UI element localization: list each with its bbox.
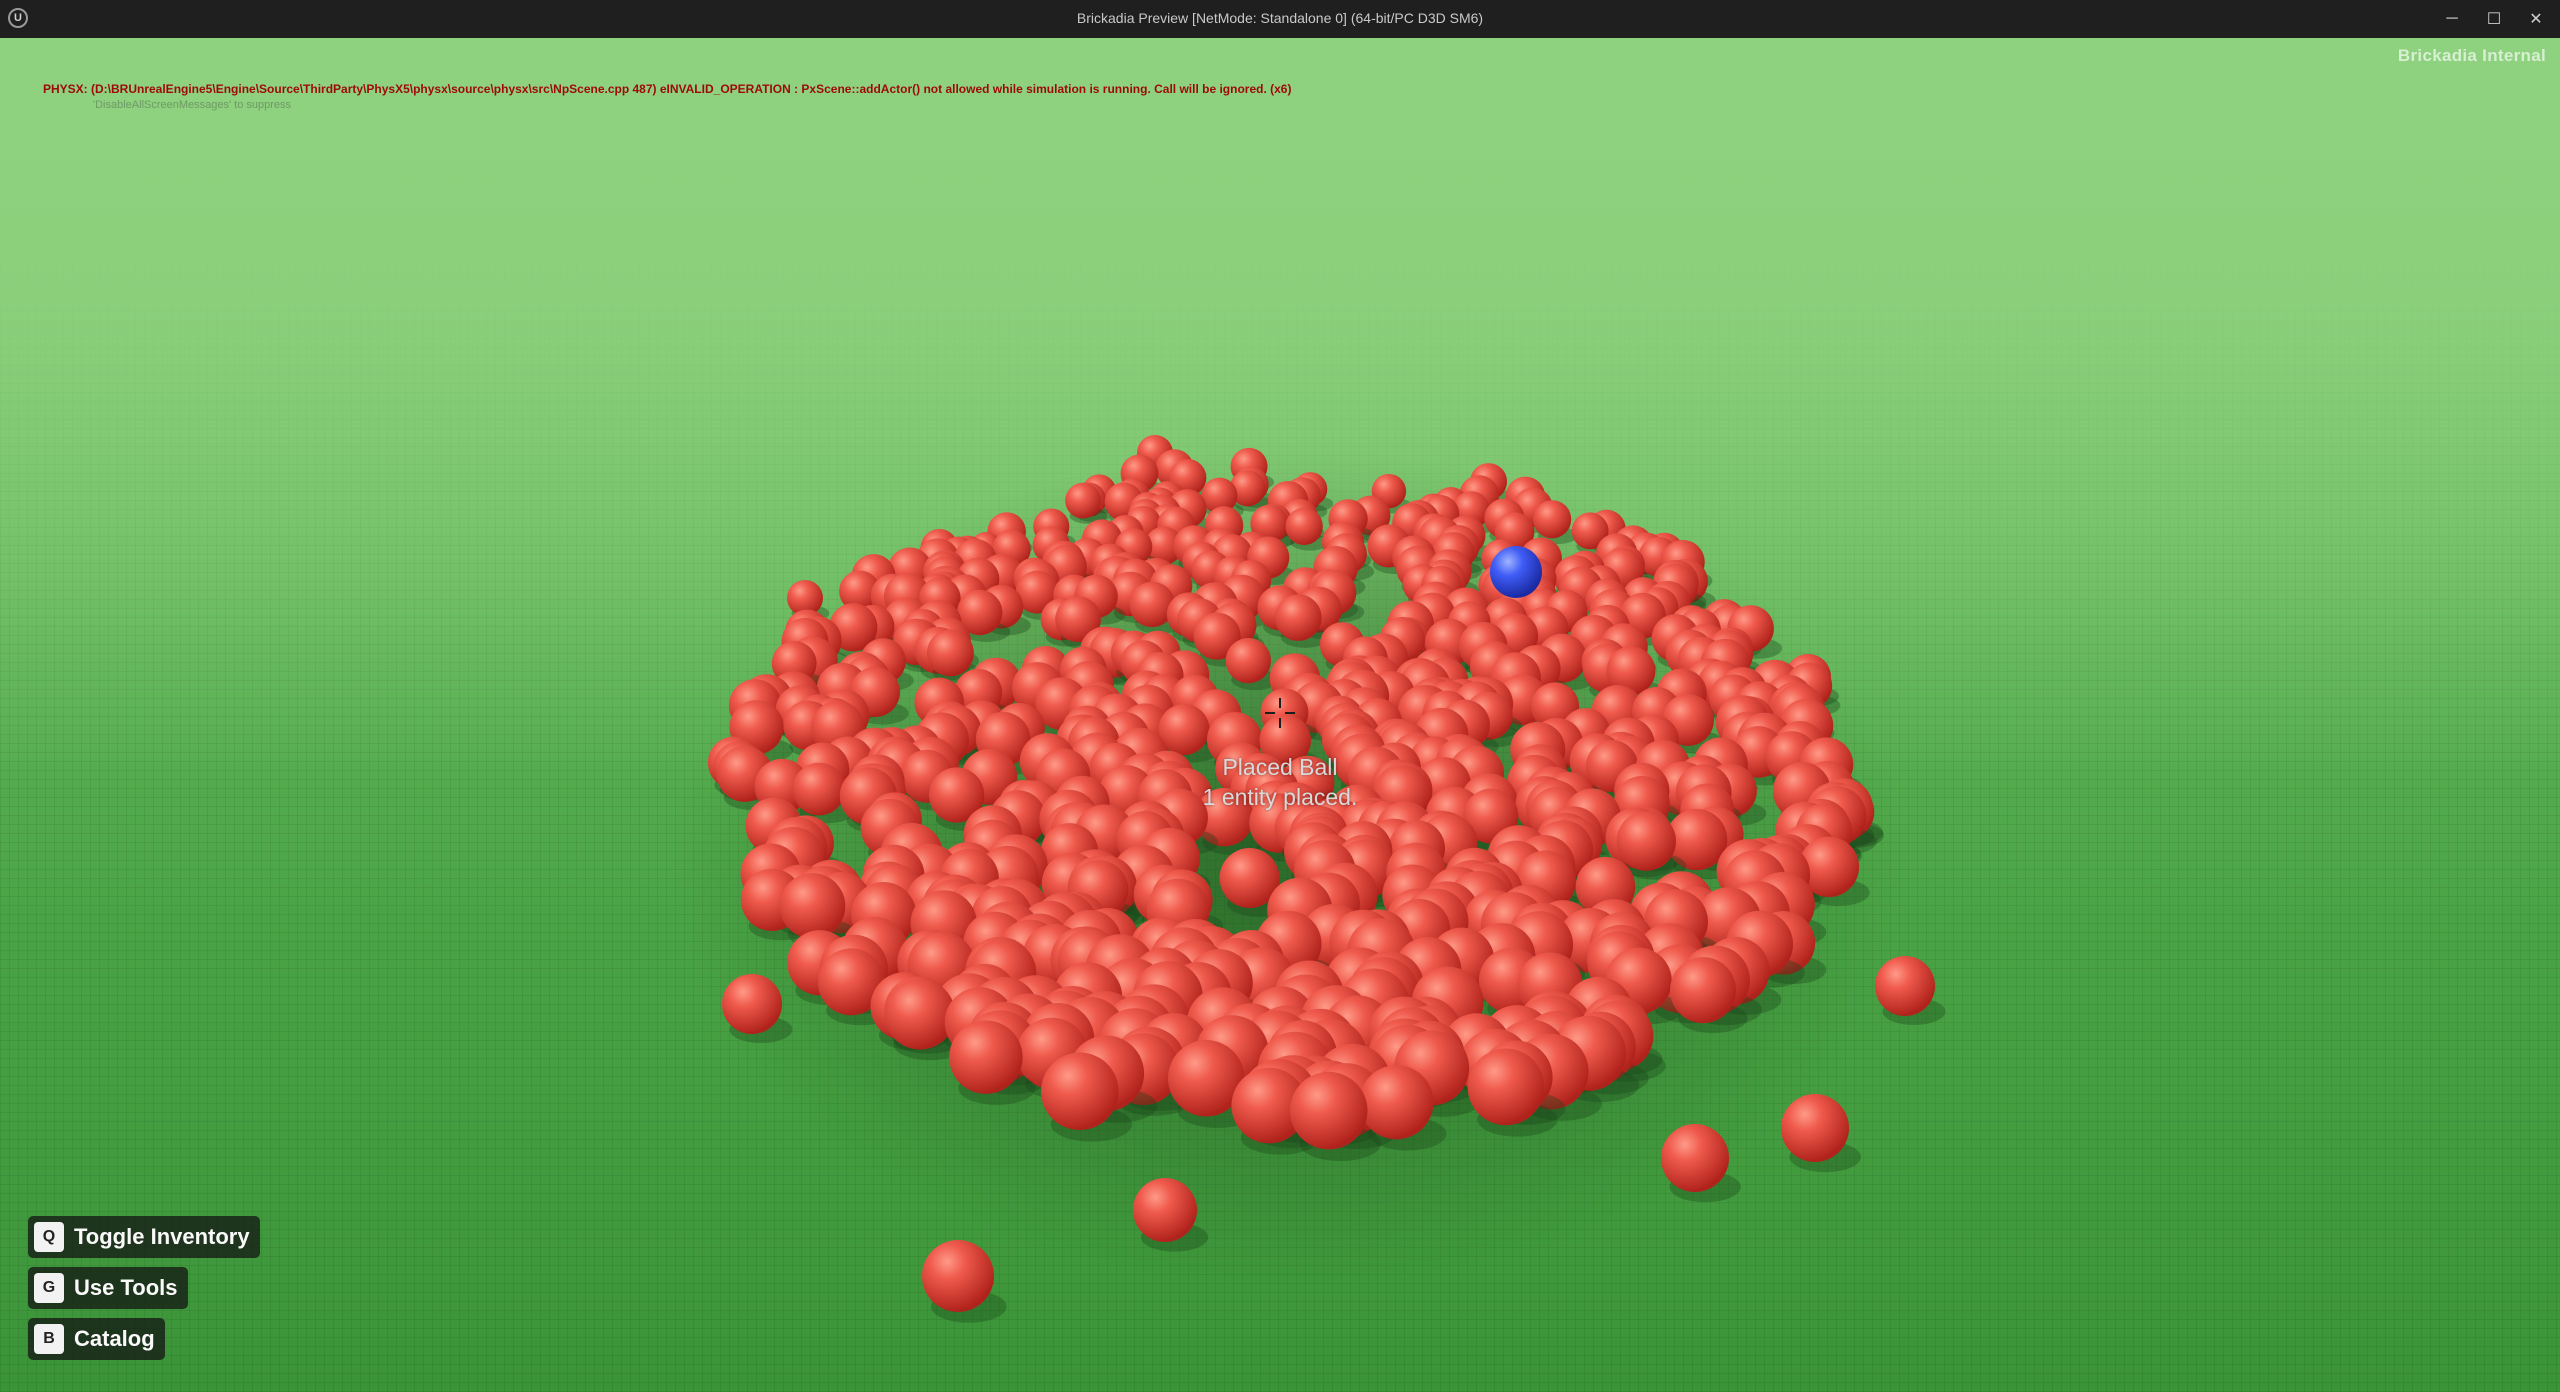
build-watermark: Brickadia Internal (2397, 46, 2546, 65)
blue-ball[interactable] (1490, 546, 1542, 598)
red-ball[interactable] (792, 762, 846, 816)
red-ball[interactable] (884, 979, 956, 1050)
red-ball[interactable] (949, 1020, 1023, 1094)
red-ball[interactable] (922, 1240, 994, 1312)
red-ball[interactable] (1467, 1048, 1545, 1126)
hint-catalog[interactable]: B Catalog (28, 1318, 165, 1360)
placement-toast: Placed Ball 1 entity placed. (1180, 752, 1380, 812)
toast-title: Placed Ball (1222, 754, 1338, 780)
key-b-icon: B (34, 1324, 64, 1354)
physx-error-message: PHYSX: (D:\BRUnrealEngine5\Engine\Source… (43, 82, 1292, 96)
suppress-hint: 'DisableAllScreenMessages' to suppress (93, 99, 292, 111)
hint-toggle-inventory[interactable]: Q Toggle Inventory (28, 1216, 260, 1258)
crosshair-icon (1265, 698, 1295, 728)
red-ball[interactable] (1781, 1094, 1849, 1162)
red-ball[interactable] (1616, 811, 1676, 871)
minimize-button[interactable]: ─ (2434, 6, 2470, 32)
red-ball[interactable] (1289, 1071, 1368, 1150)
red-ball[interactable] (1275, 594, 1322, 641)
red-ball[interactable] (722, 974, 782, 1034)
key-q-icon: Q (34, 1222, 64, 1252)
red-ball[interactable] (1875, 956, 1935, 1016)
red-ball[interactable] (1065, 482, 1101, 519)
close-button[interactable]: ✕ (2518, 6, 2554, 32)
toast-detail: 1 entity placed. (1202, 784, 1358, 810)
red-ball[interactable] (1285, 507, 1323, 546)
red-ball[interactable] (779, 873, 846, 939)
red-ball[interactable] (1533, 500, 1572, 539)
window-titlebar: U Brickadia Preview [NetMode: Standalone… (0, 0, 2560, 39)
red-ball[interactable] (926, 629, 974, 677)
red-ball[interactable] (1133, 1178, 1197, 1242)
hint-label: Toggle Inventory (74, 1224, 250, 1249)
key-g-icon: G (34, 1273, 64, 1303)
game-viewport[interactable]: Brickadia Internal PHYSX: (D:\BRUnrealEn… (0, 38, 2560, 1392)
hint-label: Catalog (74, 1326, 155, 1351)
hint-use-tools[interactable]: G Use Tools (28, 1267, 188, 1309)
hint-label: Use Tools (74, 1275, 178, 1300)
red-ball[interactable] (1041, 1052, 1119, 1131)
red-ball[interactable] (1359, 1065, 1434, 1140)
red-ball[interactable] (1669, 957, 1736, 1024)
maximize-button[interactable]: ☐ (2476, 6, 2512, 32)
window-title: Brickadia Preview [NetMode: Standalone 0… (1076, 10, 1484, 26)
red-ball[interactable] (1225, 637, 1271, 684)
red-ball[interactable] (1661, 1124, 1729, 1192)
